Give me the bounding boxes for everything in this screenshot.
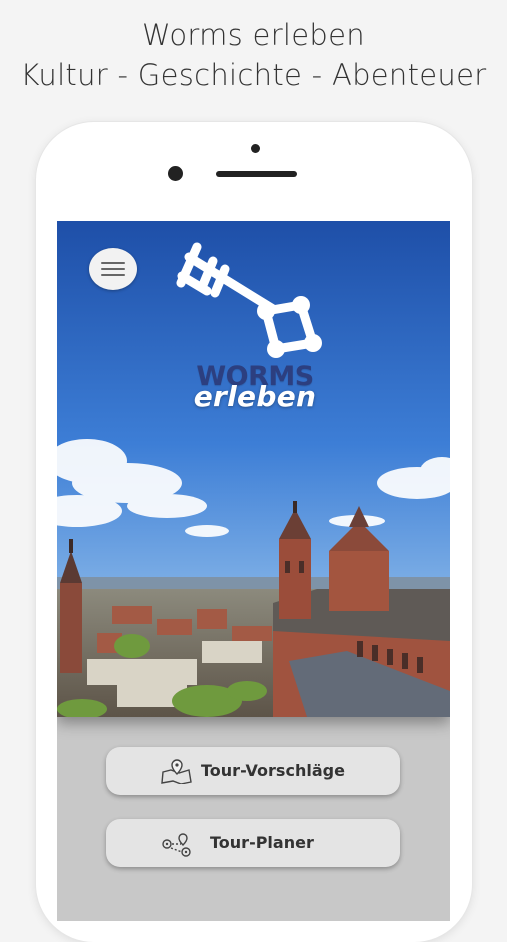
tour-planner-button[interactable]: Tour-Planer: [106, 819, 400, 867]
route-planner-icon: [162, 833, 191, 857]
hero-image: WORMS erleben: [57, 221, 450, 717]
phone-sensor: [251, 144, 260, 153]
map-pin-icon: [161, 759, 192, 784]
store-subheadline: Kultur - Geschichte - Abenteuer: [20, 58, 487, 92]
hamburger-menu-icon: [101, 262, 125, 276]
app-screen: WORMS erleben Tour-Vorschläge Tour-Plane…: [57, 221, 450, 921]
phone-speaker: [216, 171, 297, 177]
tour-suggestions-label: Tour-Vorschläge: [201, 761, 345, 780]
menu-button[interactable]: [89, 248, 137, 290]
tour-suggestions-button[interactable]: Tour-Vorschläge: [106, 747, 400, 795]
logo-erleben-text: erleben: [193, 380, 317, 413]
tour-planner-label: Tour-Planer: [210, 833, 314, 852]
store-headline: Worms erleben: [142, 18, 365, 52]
phone-camera: [168, 166, 183, 181]
city-panorama-image: [57, 221, 450, 717]
